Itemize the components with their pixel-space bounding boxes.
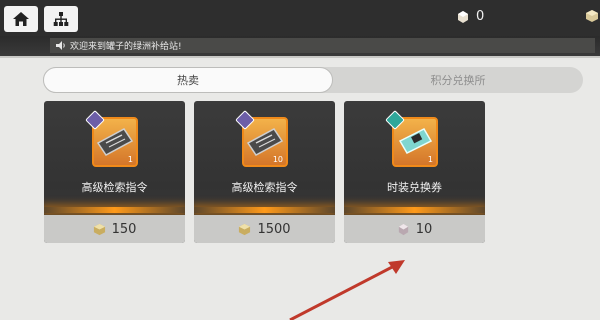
- shop-item-card[interactable]: 10 高级检索指令 1500: [194, 101, 335, 243]
- price-value: 10: [415, 221, 433, 237]
- cube-icon: [93, 223, 105, 235]
- tab-bar: 热卖 积分兑换所: [43, 67, 583, 93]
- card-glow: [194, 207, 335, 213]
- shop-item-card[interactable]: 1 高级检索指令 150: [44, 101, 185, 243]
- currency-value: 0: [476, 9, 485, 24]
- divider: [0, 56, 600, 58]
- shop-item-card[interactable]: 1 时装兑换券 10: [344, 101, 485, 243]
- announcement-text: 欢迎来到罐子的绿洲补给站!: [70, 42, 182, 52]
- card-glow: [44, 207, 185, 213]
- currency-counter: 0: [456, 9, 484, 24]
- tab-hot[interactable]: 热卖: [43, 67, 333, 93]
- command-chip-icon: [246, 128, 284, 156]
- item-title: 高级检索指令: [231, 181, 298, 194]
- item-title: 高级检索指令: [81, 181, 148, 194]
- price-value: 1500: [257, 221, 291, 237]
- top-bar: 0: [0, 0, 600, 36]
- gem-icon: [458, 10, 468, 23]
- command-chip-icon: [96, 128, 134, 156]
- announcement-box: 欢迎来到罐子的绿洲补给站!: [50, 38, 595, 53]
- cube-icon: [586, 10, 598, 22]
- price-tag: 150: [44, 215, 185, 243]
- currency-counter-secondary: [585, 9, 599, 23]
- hierarchy-button[interactable]: [44, 6, 78, 32]
- home-icon: [13, 12, 29, 26]
- announcement-strip: 欢迎来到罐子的绿洲补给站!: [0, 36, 600, 56]
- price-value: 150: [111, 221, 137, 237]
- hierarchy-icon: [53, 12, 69, 26]
- coupon-icon: [398, 128, 433, 154]
- home-button[interactable]: [4, 6, 38, 32]
- cube-icon: [239, 223, 251, 235]
- price-tag: 1500: [194, 215, 335, 243]
- item-quantity: 1: [127, 155, 133, 164]
- speaker-icon: [56, 41, 65, 50]
- gem-icon: [398, 223, 408, 235]
- card-glow: [344, 207, 485, 213]
- price-tag: 10: [344, 215, 485, 243]
- item-quantity: 10: [272, 155, 283, 164]
- tab-points-exchange[interactable]: 积分兑换所: [343, 67, 573, 93]
- item-title: 时装兑换券: [387, 181, 442, 194]
- item-quantity: 1: [427, 155, 433, 164]
